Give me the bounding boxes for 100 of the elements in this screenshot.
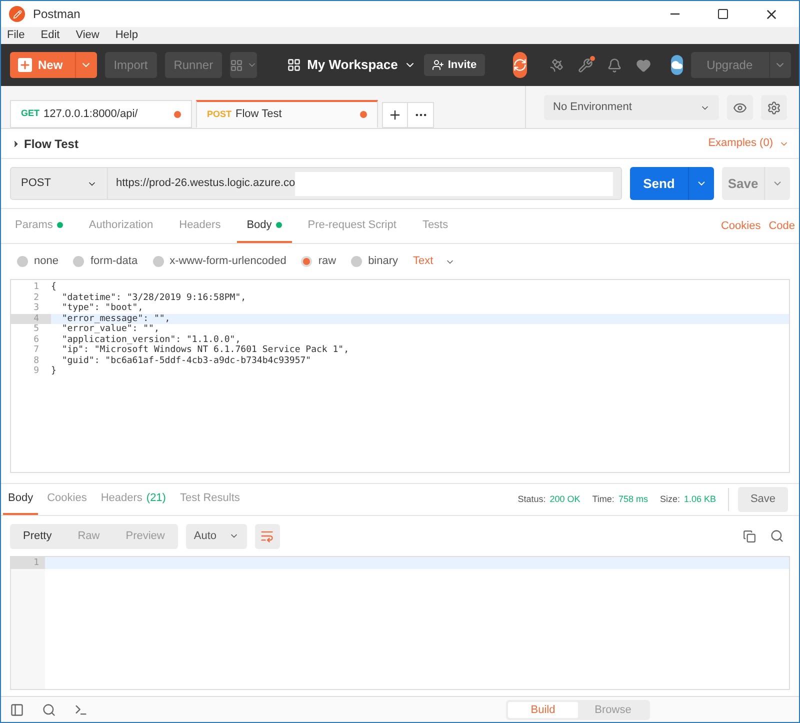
line-number: 2 [32, 292, 40, 303]
body-type-radio[interactable]: raw [301, 253, 336, 270]
new-window-button[interactable] [230, 52, 258, 78]
save-response-button[interactable]: Save [738, 487, 788, 512]
upgrade-button[interactable]: Upgrade [690, 52, 769, 78]
satellite-button[interactable] [548, 58, 564, 72]
format-dropdown[interactable]: Text [413, 253, 456, 270]
request-name: Flow Test [24, 136, 80, 152]
method-dropdown[interactable]: POST [11, 168, 108, 199]
mode-tab[interactable]: Browse [578, 702, 648, 718]
console-icon [74, 702, 88, 716]
search-button[interactable] [42, 702, 56, 716]
line-number: 4 [11, 314, 51, 324]
eye-icon [733, 100, 747, 114]
workspace-dropdown[interactable]: My Workspace [287, 55, 416, 75]
menu-item[interactable]: View [74, 27, 102, 44]
window-title: Postman [33, 6, 82, 23]
examples-link[interactable]: Examples (0) [708, 135, 789, 152]
sidebar-icon [10, 702, 24, 716]
body-type-radio[interactable]: none [17, 253, 58, 270]
view-mode-tab[interactable]: Preview [112, 524, 178, 548]
header-link[interactable]: Code [768, 209, 795, 243]
code-line: "guid": "bc6a61af-5ddf-4cb3-a9dc-b734b4c93957" [60, 356, 312, 366]
stat-value: 758 ms [618, 492, 648, 506]
body-type-radio[interactable]: binary [351, 253, 398, 270]
line-number: 1 [32, 282, 40, 292]
line-number: 1 [11, 557, 45, 569]
search-icon [42, 702, 56, 716]
environment-dropdown[interactable]: No Environment [544, 95, 719, 120]
code-line: "type": "boot", [60, 303, 144, 314]
request-section-tab[interactable]: Params [5, 209, 73, 243]
heart-icon [636, 58, 651, 72]
response-tab[interactable]: Headers (21) [96, 484, 171, 515]
line-number: 7 [32, 345, 40, 356]
send-button[interactable]: Send [630, 167, 688, 200]
plus-icon [18, 58, 32, 72]
maximize-icon [717, 8, 729, 20]
code-line: "datetime": "3/28/2019 9:16:58PM", [60, 292, 246, 303]
plus-icon [388, 108, 402, 122]
stat-label: Status: [518, 492, 546, 506]
line-number: 6 [32, 334, 40, 345]
view-mode-tab[interactable]: Raw [64, 524, 113, 548]
invite-button[interactable]: Invite [424, 54, 485, 76]
stat-value: 200 OK [550, 492, 580, 506]
request-tab[interactable]: GET 127.0.0.1:8000/api/ [10, 100, 192, 128]
sync-icon [512, 58, 527, 72]
body-type-radio[interactable]: form-data [73, 253, 138, 270]
avatar-icon[interactable] [670, 55, 683, 75]
view-mode-tab[interactable]: Pretty [10, 524, 65, 548]
add-tab-button[interactable] [382, 102, 408, 128]
settings-button[interactable] [761, 95, 787, 120]
code-line: } [51, 366, 56, 376]
settings-icon [767, 100, 781, 114]
header-link[interactable]: Cookies [720, 209, 761, 243]
code-line: "application_version": "1.1.0.0", [60, 334, 241, 344]
request-section-tab[interactable]: Pre-request Script [298, 209, 406, 243]
request-section-tab[interactable]: Body [236, 209, 292, 243]
request-section-tab[interactable]: Tests [412, 209, 458, 243]
copy-icon [743, 530, 756, 542]
wrap-lines-icon [260, 529, 274, 543]
line-number: 9 [32, 366, 40, 376]
body-type-radio[interactable]: x-www-form-urlencoded [152, 253, 286, 270]
stat-value: 1.06 KB [684, 492, 716, 506]
import-button[interactable]: Import [104, 52, 157, 78]
menu-item[interactable]: Help [113, 27, 140, 44]
line-number: 5 [32, 324, 40, 334]
wrench-button[interactable] [578, 58, 593, 72]
search-button[interactable] [770, 529, 784, 543]
url-input[interactable]: https://prod-26.westus.logic.azure.co [108, 168, 621, 199]
copy-button[interactable] [743, 530, 756, 542]
response-tab[interactable]: Cookies [42, 484, 92, 515]
cloud-icon [670, 59, 683, 71]
menu-item[interactable]: File [5, 27, 27, 44]
grid-icon [230, 58, 244, 72]
mode-tab[interactable]: Build [508, 702, 578, 718]
console-button[interactable] [74, 702, 88, 716]
line-number: 3 [32, 303, 40, 314]
notifications-button[interactable] [606, 58, 622, 72]
request-tab[interactable]: POST Flow Test [196, 100, 378, 128]
save-button[interactable]: Save [722, 167, 764, 200]
menu-item[interactable]: Edit [38, 27, 62, 44]
new-button[interactable]: New [10, 52, 75, 78]
runner-button[interactable]: Runner [164, 52, 222, 78]
code-line: "error_message": "", [60, 314, 170, 324]
heart-button[interactable] [636, 58, 651, 72]
request-section-tab[interactable]: Authorization [78, 209, 164, 243]
line-number: 8 [32, 356, 40, 366]
response-tab[interactable]: Body [3, 484, 38, 515]
sidebar-toggle-button[interactable] [10, 702, 24, 716]
bell-icon [606, 58, 622, 72]
code-line: "ip": "Microsoft Windows NT 6.1.7601 Service Pack 1", [60, 345, 350, 356]
sync-button[interactable] [512, 52, 527, 78]
satellite-icon [548, 58, 564, 72]
environment-quick-look-button[interactable] [727, 95, 753, 120]
format-select[interactable]: Auto [186, 524, 247, 548]
wrap-lines-button[interactable] [254, 524, 280, 548]
add-user-icon [432, 59, 444, 71]
request-section-tab[interactable]: Headers [169, 209, 231, 243]
search-icon [770, 529, 784, 543]
response-tab[interactable]: Test Results [174, 484, 245, 515]
